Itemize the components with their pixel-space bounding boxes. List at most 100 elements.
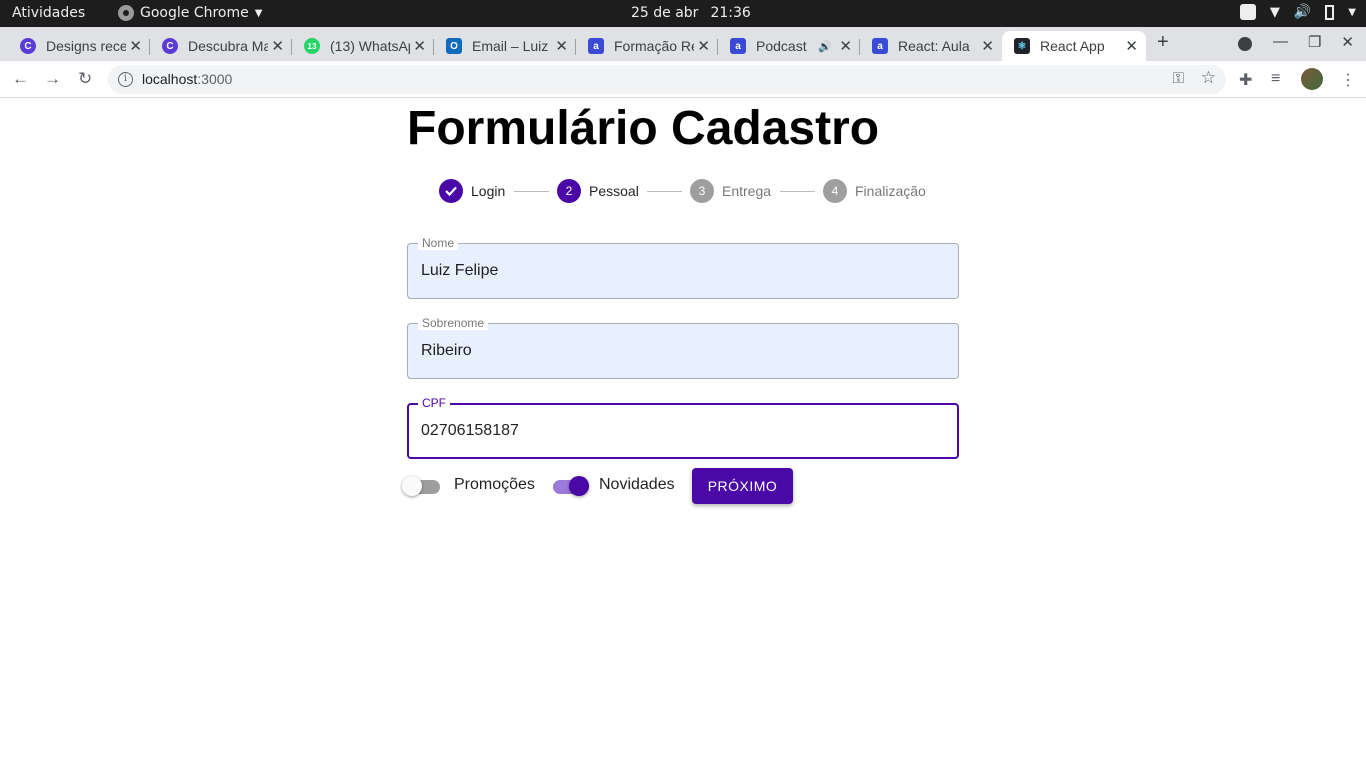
check-icon	[439, 179, 463, 203]
page-title: Formulário Cadastro	[407, 102, 880, 155]
cpf-label: CPF	[418, 396, 450, 410]
tab-react-app[interactable]: ⚛ React App ✕	[1002, 31, 1146, 61]
extensions-puzzle-icon[interactable]: ✚	[1239, 70, 1252, 90]
step-number: 3	[690, 179, 714, 203]
volume-icon: 🔊	[1293, 4, 1312, 20]
tab-descubra[interactable]: C Descubra Mais ✕	[150, 31, 292, 61]
url-host: localhost	[142, 71, 198, 87]
canva-icon: C	[162, 38, 178, 54]
back-button[interactable]: ←	[12, 69, 29, 89]
media-controls-icon[interactable]: ≡	[1271, 70, 1280, 88]
window-controls: — ❐ ✕	[1273, 33, 1354, 51]
audio-playing-icon[interactable]: 🔊	[818, 40, 832, 53]
browser-toolbar: ← → ↻ i localhost:3000 ⚿ ☆ ✚ ≡ ⋮	[0, 61, 1366, 98]
step-label: Pessoal	[589, 183, 639, 199]
activities-button[interactable]: Atividades	[12, 5, 85, 21]
sobrenome-field[interactable]: Sobrenome	[407, 316, 959, 379]
step-number: 4	[823, 179, 847, 203]
tab-title: React App	[1040, 38, 1105, 54]
whatsapp-icon: 13	[304, 38, 320, 54]
tab-title: Formação React	[614, 38, 694, 54]
password-key-icon[interactable]: ⚿	[1173, 70, 1184, 87]
step-login: Login	[439, 179, 505, 203]
system-tray[interactable]: ▼ 🔊 ▼	[1239, 4, 1356, 20]
promocoes-label: Promoções	[454, 476, 535, 493]
maximize-button[interactable]: ❐	[1308, 33, 1321, 51]
step-number: 2	[557, 179, 581, 203]
minimize-button[interactable]: —	[1273, 33, 1288, 51]
switch-thumb[interactable]	[402, 476, 422, 496]
battery-icon	[1325, 4, 1335, 20]
close-icon[interactable]: ✕	[1125, 37, 1138, 55]
cpf-input[interactable]	[421, 422, 941, 440]
tab-title: (13) WhatsApp	[330, 38, 410, 54]
chrome-icon	[118, 5, 134, 21]
tab-title: Descubra Mais	[188, 38, 268, 54]
tab-react-aula[interactable]: a React: Aula ✕	[860, 31, 1002, 61]
menu-kebab-icon[interactable]: ⋮	[1340, 70, 1356, 90]
next-button[interactable]: PRÓXIMO	[692, 468, 793, 504]
new-tab-button[interactable]: +	[1157, 31, 1169, 54]
chevron-down-icon: ▼	[254, 7, 263, 19]
outlook-icon: O	[446, 38, 462, 54]
novidades-label: Novidades	[599, 476, 675, 493]
switch-thumb[interactable]	[569, 476, 589, 496]
reload-button[interactable]: ↻	[78, 69, 92, 89]
novidades-switch[interactable]	[551, 475, 589, 499]
close-icon[interactable]: ✕	[555, 37, 568, 55]
nome-input[interactable]	[421, 262, 941, 280]
url-text[interactable]: localhost:3000	[142, 71, 232, 87]
promocoes-switch[interactable]	[402, 475, 442, 499]
url-port: :3000	[197, 71, 233, 87]
react-icon: ⚛	[1014, 38, 1030, 54]
tray-app-icon	[1239, 4, 1256, 20]
tab-formacao[interactable]: a Formação React ✕	[576, 31, 718, 61]
step-label: Finalização	[855, 183, 926, 199]
step-connector	[514, 191, 549, 192]
bookmark-star-icon[interactable]: ☆	[1201, 68, 1216, 88]
tab-designs[interactable]: C Designs recentes ✕	[8, 31, 150, 61]
close-icon[interactable]: ✕	[839, 37, 852, 55]
power-menu-icon: ▼	[1348, 6, 1356, 18]
clock-time: 21:36	[710, 5, 751, 21]
cpf-field[interactable]: CPF	[407, 396, 959, 459]
step-label: Entrega	[722, 183, 772, 199]
sobrenome-label: Sobrenome	[418, 316, 489, 330]
tab-podcast[interactable]: a Podcast 🔊 ✕	[718, 31, 860, 61]
address-bar[interactable]: i localhost:3000 ⚿ ☆	[108, 65, 1226, 94]
close-window-button[interactable]: ✕	[1341, 33, 1354, 51]
clock-date: 25 de abr	[631, 5, 699, 21]
system-top-bar: Atividades Google Chrome ▼ 25 de abr 21:…	[0, 0, 1366, 27]
step-pessoal: 2 Pessoal	[557, 179, 639, 203]
step-label: Login	[471, 183, 506, 199]
tab-title: React: Aula	[898, 38, 970, 54]
tab-whatsapp[interactable]: 13 (13) WhatsApp ✕	[292, 31, 434, 61]
nome-field[interactable]: Nome	[407, 236, 959, 299]
tab-title: Designs recentes	[46, 38, 126, 54]
clock[interactable]: 25 de abr 21:36	[631, 5, 751, 21]
page-content: Formulário Cadastro Login 2 Pessoal 3 En…	[0, 99, 1366, 768]
alura-icon: a	[588, 38, 604, 54]
step-connector	[780, 191, 815, 192]
alura-icon: a	[730, 38, 746, 54]
app-menu[interactable]: Google Chrome ▼	[118, 5, 262, 21]
tab-title: Email – Luiz	[472, 38, 549, 54]
close-icon[interactable]: ✕	[413, 37, 426, 55]
alura-icon: a	[872, 38, 888, 54]
close-icon[interactable]: ✕	[129, 37, 142, 55]
step-connector	[647, 191, 682, 192]
forward-button[interactable]: →	[44, 69, 61, 89]
app-name: Google Chrome	[140, 5, 249, 21]
tab-email[interactable]: O Email – Luiz ✕	[434, 31, 576, 61]
nome-label: Nome	[418, 236, 459, 250]
tab-search-icon[interactable]	[1238, 37, 1252, 51]
close-icon[interactable]: ✕	[697, 37, 710, 55]
canva-icon: C	[20, 38, 36, 54]
site-info-icon[interactable]: i	[118, 72, 133, 87]
close-icon[interactable]: ✕	[271, 37, 284, 55]
profile-avatar[interactable]	[1301, 68, 1323, 90]
tab-title: Podcast	[756, 38, 807, 54]
sobrenome-input[interactable]	[421, 342, 941, 360]
close-icon[interactable]: ✕	[981, 37, 994, 55]
wifi-icon: ▼	[1269, 4, 1280, 20]
